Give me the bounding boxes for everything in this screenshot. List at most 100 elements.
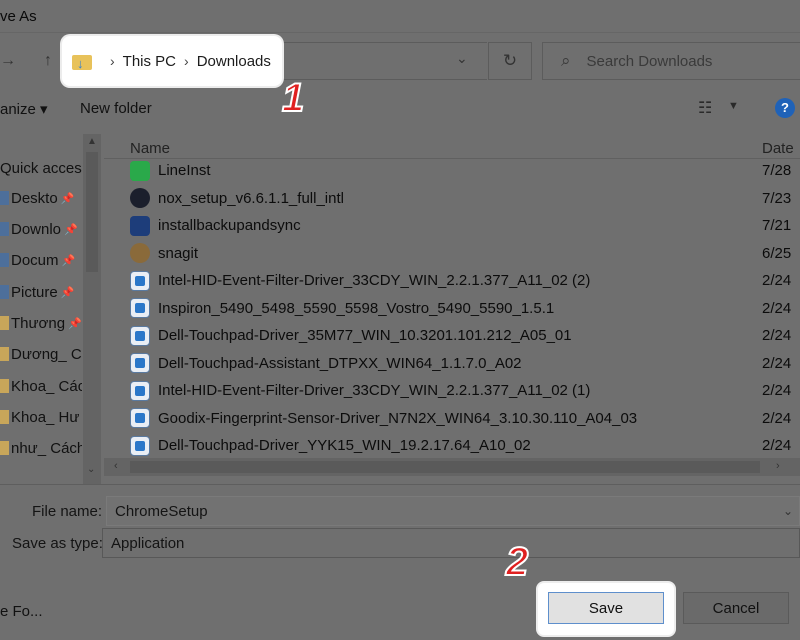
file-row[interactable]: installbackupandsync 7/21 — [130, 212, 800, 239]
file-icon — [130, 160, 150, 181]
file-icon — [130, 435, 150, 456]
sidebar-item[interactable]: Docum 📌 — [0, 247, 82, 273]
file-name: Intel-HID-Event-Filter-Driver_33CDY_WIN_… — [158, 272, 591, 289]
file-row[interactable]: Dell-Touchpad-Driver_YYK15_WIN_19.2.17.6… — [130, 432, 800, 459]
folder-icon — [0, 441, 9, 455]
file-name-label: File name: — [32, 503, 103, 520]
file-icon — [130, 380, 150, 401]
column-header-date[interactable]: Date — [762, 140, 794, 157]
file-row[interactable]: snagit 6/25 — [130, 240, 800, 267]
folder-icon — [0, 316, 9, 330]
cancel-button[interactable]: Cancel — [683, 592, 789, 624]
file-row[interactable]: Dell-Touchpad-Driver_35M77_WIN_10.3201.1… — [130, 322, 800, 349]
sidebar-item[interactable]: Dương_ C — [0, 341, 82, 367]
sidebar-item[interactable]: như_ Cách — [0, 435, 82, 461]
picture-icon — [0, 285, 9, 299]
pin-icon: 📌 — [60, 286, 75, 299]
refresh-button[interactable]: ↻ — [488, 42, 532, 80]
save-as-type-label: Save as type: — [12, 535, 103, 552]
file-icon — [130, 188, 150, 208]
sidebar-item-label: Docum — [11, 251, 59, 269]
breadcrumb-this-pc[interactable]: This PC — [123, 53, 176, 70]
file-icon — [130, 408, 150, 428]
file-name: LineInst — [158, 162, 211, 179]
sidebar-item[interactable]: Deskto 📌 — [0, 185, 82, 211]
sidebar-item-label: Quick acces — [0, 159, 82, 177]
file-icon — [130, 215, 150, 236]
scroll-right-icon[interactable]: › — [776, 460, 780, 472]
horizontal-scroll-thumb[interactable] — [130, 461, 760, 473]
view-dropdown-icon[interactable]: ▼ — [728, 100, 739, 112]
sidebar-item-label: như_ Cách — [11, 439, 82, 457]
desktop-icon — [0, 191, 9, 205]
file-icon — [130, 298, 150, 318]
folder-icon — [0, 379, 9, 393]
file-date: 7/21 — [762, 217, 792, 234]
save-as-type-value: Application — [111, 534, 185, 552]
file-name: installbackupandsync — [158, 217, 301, 234]
sidebar-item-label: Khoa_ Hư — [11, 408, 80, 426]
scroll-down-icon[interactable]: ⌄ — [87, 464, 95, 475]
hide-folders-toggle[interactable]: e Fo... — [0, 603, 43, 620]
save-button[interactable]: Save — [548, 592, 664, 624]
file-icon — [130, 270, 150, 291]
breadcrumb-downloads[interactable]: Downloads — [197, 53, 271, 70]
file-row[interactable]: Goodix-Fingerprint-Sensor-Driver_N7N2X_W… — [130, 405, 800, 432]
sidebar-item-label: Downlo — [11, 220, 62, 238]
file-name-value: ChromeSetup — [115, 502, 208, 520]
file-name: nox_setup_v6.6.1.1_full_intl — [158, 189, 344, 207]
folder-icon — [0, 347, 9, 361]
sidebar-item-label: Thương — [11, 314, 66, 332]
scroll-up-icon[interactable]: ▲ — [87, 136, 97, 147]
sidebar-item-label: Khoa_ Các — [11, 377, 82, 395]
new-folder-button[interactable]: New folder — [80, 100, 152, 117]
step-number-1: 1 — [281, 75, 305, 121]
forward-arrow-icon[interactable]: → — [0, 52, 16, 70]
up-arrow-icon[interactable]: ↑ — [44, 52, 52, 70]
help-icon[interactable]: ? — [775, 98, 795, 118]
sidebar-item[interactable]: Khoa_ Hư — [0, 404, 82, 430]
pin-icon: 📌 — [60, 192, 75, 205]
file-row[interactable]: nox_setup_v6.6.1.1_full_intl 7/23 — [130, 185, 800, 212]
file-date: 6/25 — [762, 244, 792, 262]
window-title: ve As — [0, 8, 37, 25]
file-row[interactable]: Intel-HID-Event-Filter-Driver_33CDY_WIN_… — [130, 267, 800, 294]
file-name: Dell-Touchpad-Assistant_DTPXX_WIN64_1.1.… — [158, 354, 522, 372]
file-date: 2/24 — [762, 299, 792, 317]
file-row[interactable]: Intel-HID-Event-Filter-Driver_33CDY_WIN_… — [130, 377, 800, 404]
pin-icon: 📌 — [68, 317, 82, 330]
refresh-icon: ↻ — [502, 51, 518, 70]
scroll-left-icon[interactable]: ‹ — [114, 460, 118, 472]
file-row[interactable]: Dell-Touchpad-Assistant_DTPXX_WIN64_1.1.… — [130, 350, 800, 377]
sidebar-item[interactable]: Picture 📌 — [0, 279, 82, 305]
file-name-dropdown-icon[interactable]: ⌄ — [783, 504, 793, 518]
sidebar-item[interactable]: Khoa_ Các — [0, 373, 82, 399]
horizontal-scrollbar[interactable]: ‹ › — [104, 458, 800, 476]
document-icon — [0, 253, 9, 267]
file-date: 7/23 — [762, 189, 792, 207]
file-date: 2/24 — [762, 437, 792, 454]
file-row[interactable]: Inspiron_5490_5498_5590_5598_Vostro_5490… — [130, 295, 800, 322]
sidebar-item[interactable]: Quick acces — [0, 155, 82, 181]
folder-icon — [0, 410, 9, 424]
file-icon — [130, 353, 150, 373]
search-input[interactable]: ⌕ Search Downloads — [542, 42, 800, 80]
sidebar-item[interactable]: Downlo 📌 — [0, 216, 82, 242]
address-breadcrumb[interactable]: ↓ › This PC › Downloads — [62, 36, 282, 86]
title-divider — [0, 32, 800, 33]
file-row[interactable]: LineInst 7/28 — [130, 157, 800, 184]
file-date: 2/24 — [762, 272, 792, 289]
column-header-name[interactable]: Name — [130, 140, 170, 157]
sidebar-item-label: Picture — [11, 283, 58, 301]
file-name-input[interactable]: ChromeSetup ⌄ — [106, 496, 800, 526]
search-placeholder: Search Downloads — [586, 52, 713, 70]
address-dropdown-icon[interactable]: ⌄ — [456, 50, 468, 67]
file-date: 7/28 — [762, 162, 792, 179]
save-as-type-select[interactable]: Application — [102, 528, 800, 558]
navigation-scrollbar[interactable]: ▲ ⌄ — [83, 134, 101, 484]
navigation-scroll-thumb[interactable] — [86, 152, 98, 272]
pane-divider — [0, 484, 800, 485]
organize-menu[interactable]: anize ▾ — [0, 100, 48, 118]
view-options-icon[interactable]: ☷ — [698, 98, 712, 118]
sidebar-item[interactable]: Thương 📌 — [0, 310, 82, 336]
